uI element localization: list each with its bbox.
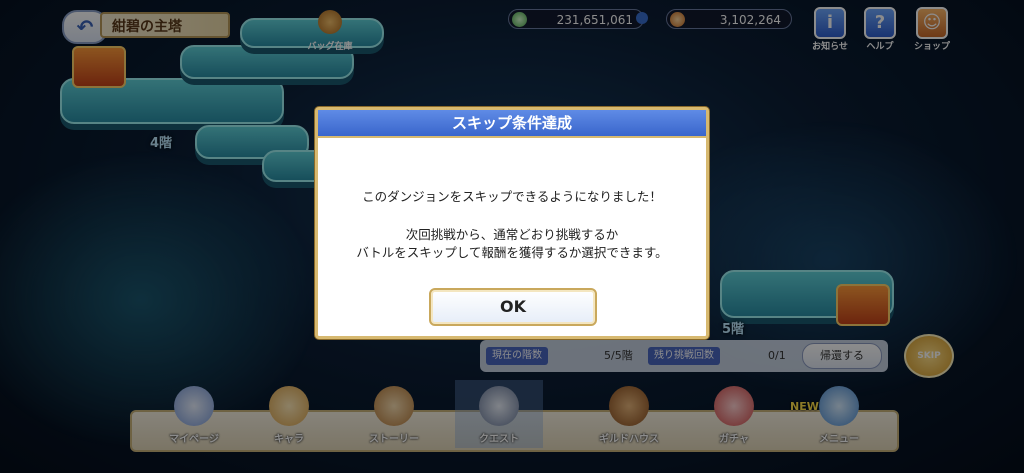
dialog-message-line3: バトルをスキップして報酬を獲得するか選択できます。 bbox=[356, 245, 668, 260]
dialog-message-line1: このダンジョンをスキップできるようになりました！ bbox=[362, 189, 662, 204]
dialog-message-line2: 次回挑戦から、通常どおり挑戦するか bbox=[405, 227, 619, 242]
dialog-title: スキップ条件達成 bbox=[318, 110, 706, 138]
skip-unlocked-dialog: スキップ条件達成 このダンジョンをスキップできるようになりました！ 次回挑戦から… bbox=[315, 107, 709, 339]
ok-button[interactable]: OK bbox=[429, 288, 597, 326]
